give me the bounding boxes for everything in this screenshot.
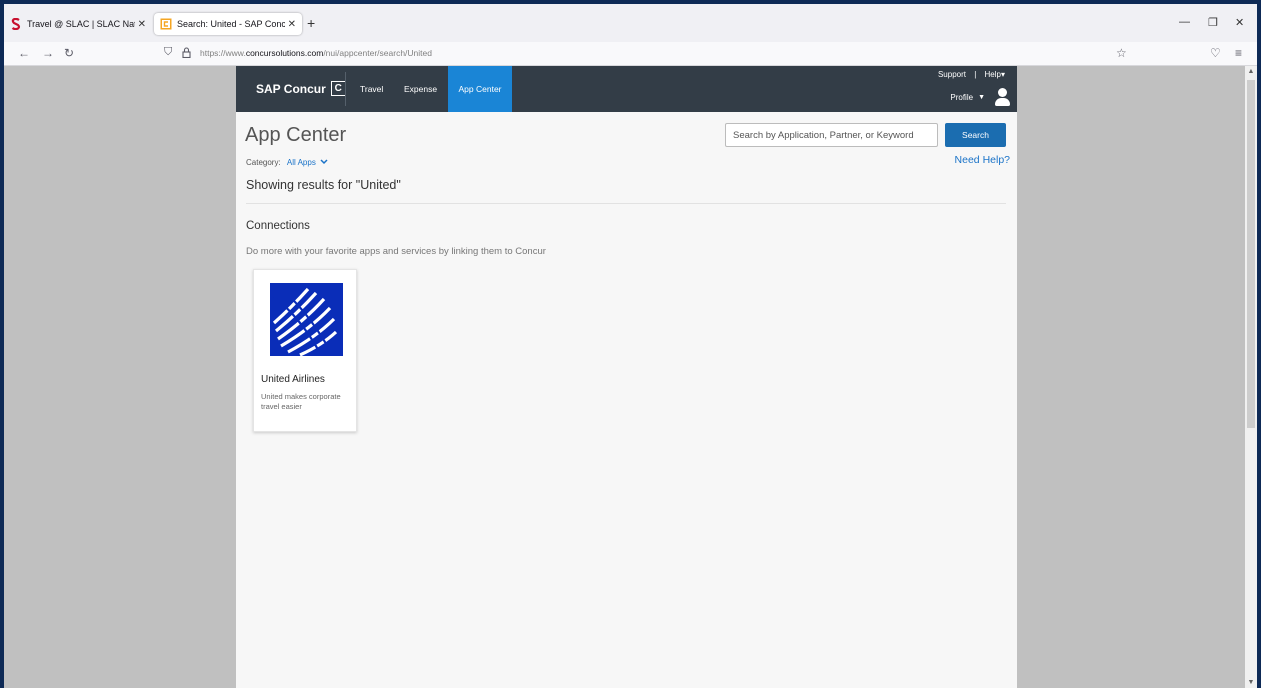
tracking-shield-icon[interactable]: ⛉: [164, 46, 172, 59]
profile-menu[interactable]: Profile ▼: [950, 88, 1011, 106]
caret-down-icon: ▼: [978, 93, 985, 101]
search-button[interactable]: Search: [945, 123, 1006, 147]
united-globe-logo: [270, 283, 343, 357]
url-domain: concursolutions.com: [245, 48, 324, 58]
nav-expense[interactable]: Expense: [394, 66, 447, 112]
card-title: United Airlines: [261, 374, 325, 385]
tab-strip: Travel @ SLAC | SLAC National A ✕ Search…: [4, 4, 1257, 42]
scrollbar[interactable]: ▲ ▼: [1245, 66, 1257, 688]
pocket-icon[interactable]: ♡: [1210, 46, 1221, 60]
lock-icon[interactable]: [182, 47, 191, 61]
search-input[interactable]: [725, 123, 938, 147]
caret-down-icon: ▾: [1000, 70, 1005, 79]
tab-title: Search: United - SAP Concur Ap: [177, 19, 285, 29]
url-path: /nui/appcenter/search/United: [323, 48, 432, 58]
forward-icon[interactable]: →: [42, 46, 54, 60]
close-window-icon[interactable]: ✕: [1235, 16, 1244, 29]
profile-label: Profile: [950, 92, 974, 102]
reload-icon[interactable]: ↻: [64, 46, 74, 60]
results-heading: Showing results for "United": [246, 178, 401, 192]
tab-travel-slac[interactable]: Travel @ SLAC | SLAC National A ✕: [4, 13, 152, 35]
scroll-thumb[interactable]: [1247, 80, 1255, 428]
help-label: Help: [984, 70, 1001, 79]
section-description: Do more with your favorite apps and serv…: [246, 246, 546, 257]
category-value: All Apps: [286, 158, 316, 167]
scroll-up-icon[interactable]: ▲: [1245, 68, 1257, 75]
new-tab-button[interactable]: +: [307, 15, 315, 31]
category-filter: Category: All Apps: [246, 158, 328, 167]
browser-window: Travel @ SLAC | SLAC National A ✕ Search…: [4, 4, 1257, 688]
logo-text: SAP Concur: [256, 81, 326, 96]
category-label: Category:: [246, 158, 281, 167]
nav-app-center[interactable]: App Center: [448, 66, 512, 112]
bookmark-star-icon[interactable]: ☆: [1116, 46, 1127, 60]
slac-s-icon: [10, 18, 22, 30]
need-help-link[interactable]: Need Help?: [955, 154, 1010, 166]
section-title: Connections: [246, 220, 310, 232]
divider: [246, 203, 1006, 204]
tab-title: Travel @ SLAC | SLAC National A: [27, 19, 135, 29]
avatar-icon: [993, 88, 1011, 106]
nav-travel[interactable]: Travel: [350, 66, 393, 112]
page-viewport: SAP Concur C Travel Expense App Center S…: [4, 66, 1245, 688]
concur-page: SAP Concur C Travel Expense App Center S…: [236, 66, 1017, 688]
category-dropdown[interactable]: All Apps: [287, 158, 328, 167]
back-icon[interactable]: ←: [18, 46, 30, 60]
link-separator: |: [974, 70, 977, 79]
restore-icon[interactable]: ❐: [1208, 16, 1218, 29]
concur-header: SAP Concur C Travel Expense App Center S…: [236, 66, 1017, 112]
close-tab-icon[interactable]: ✕: [288, 19, 296, 30]
help-menu[interactable]: Help▾: [985, 70, 1005, 79]
card-description: United makes corporate travel easier: [261, 392, 341, 411]
menu-icon[interactable]: ≡: [1235, 46, 1242, 60]
support-link[interactable]: Support: [938, 70, 966, 79]
chevron-down-icon: [320, 159, 328, 165]
scroll-down-icon[interactable]: ▼: [1245, 679, 1257, 686]
address-bar[interactable]: https://www.concursolutions.com/nui/appc…: [200, 48, 432, 58]
tab-search-united[interactable]: Search: United - SAP Concur Ap ✕: [154, 13, 302, 35]
header-divider: [345, 72, 346, 106]
concur-c-icon: [160, 18, 172, 30]
page-title: App Center: [245, 124, 347, 146]
navigation-bar: ← → ↻ ⛉ https://www.concursolutions.com/…: [4, 42, 1257, 66]
close-tab-icon[interactable]: ✕: [138, 19, 146, 30]
url-prefix: https://www.: [200, 48, 246, 58]
minimize-icon[interactable]: —: [1179, 16, 1190, 28]
top-links: Support | Help▾: [938, 70, 1005, 79]
app-card-united-airlines[interactable]: United Airlines United makes corporate t…: [253, 269, 357, 432]
sap-concur-logo[interactable]: SAP Concur C: [256, 81, 346, 96]
concur-logo-mark: C: [330, 81, 346, 96]
